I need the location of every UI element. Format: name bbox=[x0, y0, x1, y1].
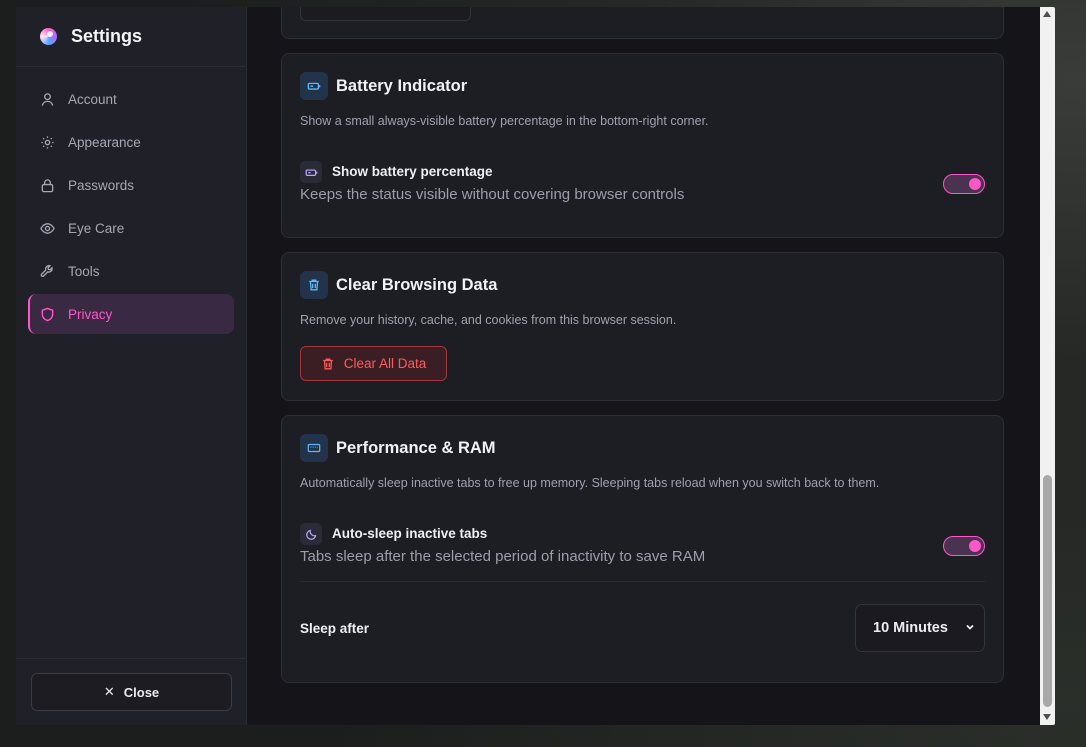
card-description: Show a small always-visible battery perc… bbox=[300, 114, 709, 128]
previous-card-button[interactable] bbox=[300, 7, 471, 21]
setting-label: Show battery percentage bbox=[332, 164, 493, 179]
sidebar-item-passwords[interactable]: Passwords bbox=[28, 165, 234, 205]
sidebar-item-tools[interactable]: Tools bbox=[28, 251, 234, 291]
memory-icon bbox=[300, 434, 328, 462]
sidebar-item-label: Tools bbox=[68, 263, 100, 279]
card-title: Battery Indicator bbox=[336, 76, 468, 95]
divider bbox=[300, 581, 985, 582]
close-icon: ✕ bbox=[103, 684, 115, 699]
sidebar-item-label: Privacy bbox=[68, 306, 113, 322]
app-logo-icon bbox=[40, 28, 57, 45]
lock-icon bbox=[41, 178, 54, 192]
settings-content[interactable]: Battery Indicator Show a small always-vi… bbox=[247, 7, 1040, 725]
chevron-down-icon bbox=[966, 624, 974, 630]
battery-icon bbox=[300, 72, 328, 100]
battery-small-icon bbox=[300, 161, 322, 183]
moon-icon bbox=[300, 523, 322, 545]
battery-percentage-toggle[interactable] bbox=[943, 174, 985, 194]
sidebar-item-label: Account bbox=[68, 91, 117, 107]
eye-icon bbox=[40, 222, 55, 234]
card-description: Remove your history, cache, and cookies … bbox=[300, 313, 677, 327]
sidebar-footer: ✕ Close bbox=[16, 658, 246, 725]
wrench-icon bbox=[40, 264, 53, 277]
previous-card bbox=[281, 7, 1004, 39]
sidebar: Settings Account Appearance Passwords Ey… bbox=[16, 7, 247, 725]
auto-sleep-toggle[interactable] bbox=[943, 536, 985, 556]
card-title: Clear Browsing Data bbox=[336, 275, 498, 294]
clear-all-data-label: Clear All Data bbox=[343, 356, 427, 371]
setting-description: Keeps the status visible without coverin… bbox=[300, 186, 685, 203]
setting-label: Auto-sleep inactive tabs bbox=[332, 526, 488, 541]
user-icon bbox=[41, 92, 54, 106]
trash-icon bbox=[322, 358, 333, 369]
battery-indicator-card: Battery Indicator Show a small always-vi… bbox=[281, 53, 1004, 238]
sidebar-header: Settings bbox=[16, 7, 246, 67]
card-description: Automatically sleep inactive tabs to fre… bbox=[300, 476, 880, 490]
sidebar-item-label: Passwords bbox=[68, 177, 135, 193]
card-title: Performance & RAM bbox=[336, 438, 496, 457]
performance-ram-card: Performance & RAM Automatically sleep in… bbox=[281, 415, 1004, 683]
battery-setting-row: Show battery percentage Keeps the status… bbox=[300, 161, 985, 211]
close-button[interactable]: ✕ Close bbox=[31, 673, 232, 711]
clear-browsing-data-card: Clear Browsing Data Remove your history,… bbox=[281, 252, 1004, 401]
scroll-up-arrow-icon[interactable] bbox=[1043, 11, 1051, 17]
performance-card-header: Performance & RAM bbox=[300, 434, 496, 462]
close-button-label: Close bbox=[123, 684, 160, 700]
clear-all-data-button[interactable]: Clear All Data bbox=[300, 346, 447, 381]
sidebar-nav: Account Appearance Passwords Eye Care To… bbox=[16, 67, 246, 334]
sleep-after-value: 10 Minutes bbox=[873, 620, 948, 636]
scrollbar[interactable] bbox=[1040, 7, 1055, 725]
sleep-after-label: Sleep after bbox=[300, 621, 370, 636]
sidebar-item-eye-care[interactable]: Eye Care bbox=[28, 208, 234, 248]
sidebar-item-label: Appearance bbox=[68, 134, 141, 150]
clear-data-card-header: Clear Browsing Data bbox=[300, 271, 497, 299]
settings-window: Settings Account Appearance Passwords Ey… bbox=[16, 7, 1055, 725]
battery-card-header: Battery Indicator bbox=[300, 72, 467, 100]
sidebar-title: Settings bbox=[71, 26, 143, 46]
toggle-knob bbox=[969, 177, 981, 190]
sidebar-item-appearance[interactable]: Appearance bbox=[28, 122, 234, 162]
sidebar-item-account[interactable]: Account bbox=[28, 79, 234, 119]
setting-description: Tabs sleep after the selected period of … bbox=[300, 548, 706, 565]
sleep-after-select[interactable]: 10 Minutes bbox=[855, 604, 985, 652]
toggle-knob bbox=[969, 539, 981, 552]
scrollbar-thumb[interactable] bbox=[1043, 475, 1052, 707]
sidebar-item-privacy[interactable]: Privacy bbox=[28, 294, 234, 334]
scroll-down-arrow-icon[interactable] bbox=[1043, 714, 1051, 720]
trash-icon bbox=[300, 271, 328, 299]
auto-sleep-setting-row: Auto-sleep inactive tabs Tabs sleep afte… bbox=[300, 523, 985, 573]
sidebar-item-label: Eye Care bbox=[68, 220, 125, 236]
sun-icon bbox=[41, 135, 54, 149]
shield-icon bbox=[41, 307, 54, 321]
